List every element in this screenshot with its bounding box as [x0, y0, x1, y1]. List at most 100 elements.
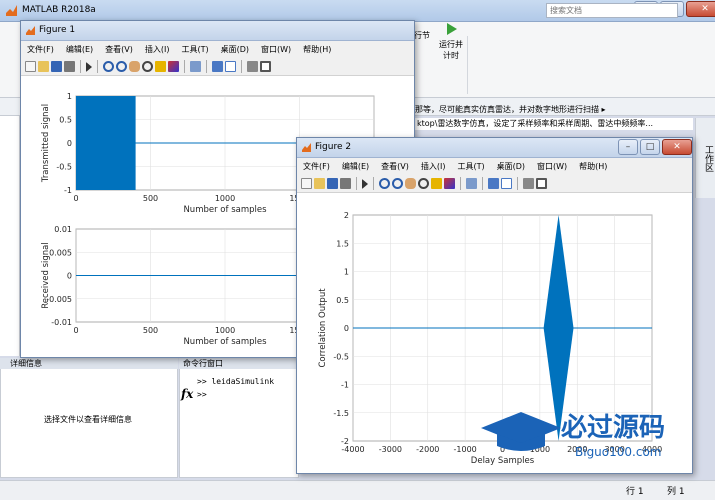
- fig2-y-tick-label: -1: [341, 381, 349, 390]
- figure2-titlebar[interactable]: Figure 2 – □ ✕: [297, 138, 692, 158]
- zoom-in-icon[interactable]: [103, 61, 114, 72]
- command-window[interactable]: [179, 358, 299, 478]
- fig1-subplot2-x-tick-label: 500: [143, 326, 158, 335]
- menu-help[interactable]: 帮助(H): [579, 161, 607, 172]
- colorbar-icon[interactable]: [488, 178, 499, 189]
- dock-figure-icon[interactable]: [536, 178, 547, 189]
- figure2-menubar: 文件(F) 编辑(E) 查看(V) 插入(I) 工具(T) 桌面(D) 窗口(W…: [297, 158, 692, 175]
- menu-view[interactable]: 查看(V): [105, 44, 133, 55]
- toolbar-separator: [184, 60, 185, 73]
- fig2-y-tick-label: 0: [344, 324, 349, 333]
- fig1-subplot1-y-label: Transmitted signal: [41, 104, 51, 183]
- fig2-x-tick-label: -4000: [341, 445, 364, 454]
- menu-desktop[interactable]: 桌面(D): [221, 44, 249, 55]
- search-docs-input[interactable]: [546, 3, 678, 18]
- command-prompt[interactable]: >>: [197, 390, 207, 399]
- status-bar: [0, 480, 715, 500]
- fig1-subplot2-y-label: Received signal: [41, 242, 51, 309]
- brush-icon[interactable]: [168, 61, 179, 72]
- pan-icon[interactable]: [129, 61, 140, 72]
- hide-tools-icon[interactable]: [247, 61, 258, 72]
- fig1-subplot2-y-tick-label: 0.01: [54, 225, 72, 234]
- menu-tools[interactable]: 工具(T): [457, 161, 484, 172]
- link-plot-icon[interactable]: [190, 61, 201, 72]
- fig1-subplot1-y-tick-label: 0: [67, 139, 72, 148]
- open-icon[interactable]: [314, 178, 325, 189]
- fig2-y-label: Correlation Output: [318, 288, 328, 368]
- menu-edit[interactable]: 编辑(E): [342, 161, 369, 172]
- pan-icon[interactable]: [405, 178, 416, 189]
- menu-window[interactable]: 窗口(W): [261, 44, 291, 55]
- fig1-subplot2-x-tick-label: 1000: [215, 326, 235, 335]
- data-cursor-icon[interactable]: [155, 61, 166, 72]
- figure1-toolbar: [21, 58, 414, 76]
- open-icon[interactable]: [38, 61, 49, 72]
- dock-figure-icon[interactable]: [260, 61, 271, 72]
- menu-view[interactable]: 查看(V): [381, 161, 409, 172]
- new-figure-icon[interactable]: [25, 61, 36, 72]
- details-message: 选择文件以查看详细信息: [44, 415, 132, 424]
- toolbar-separator: [97, 60, 98, 73]
- fig1-subplot2-x-tick-label: 0: [73, 326, 78, 335]
- menu-tools[interactable]: 工具(T): [181, 44, 208, 55]
- figure2-minimize-button[interactable]: –: [618, 139, 638, 155]
- workspace-tab[interactable]: 工作区: [695, 118, 715, 198]
- menu-insert[interactable]: 插入(I): [421, 161, 446, 172]
- zoom-out-icon[interactable]: [116, 61, 127, 72]
- figure2-title: Figure 2: [315, 142, 352, 152]
- function-browser-icon[interactable]: fx: [181, 387, 193, 401]
- save-icon[interactable]: [51, 61, 62, 72]
- rotate-icon[interactable]: [418, 178, 429, 189]
- menu-edit[interactable]: 编辑(E): [66, 44, 93, 55]
- zoom-in-icon[interactable]: [379, 178, 390, 189]
- menu-insert[interactable]: 插入(I): [145, 44, 170, 55]
- watermark-logo: 必过源码 Biguo100.com: [477, 402, 677, 464]
- current-folder-panel[interactable]: [0, 116, 20, 356]
- run-section-button[interactable]: 行节: [414, 30, 430, 41]
- colorbar-icon[interactable]: [212, 61, 223, 72]
- zoom-out-icon[interactable]: [392, 178, 403, 189]
- toolbar-separator: [80, 60, 81, 73]
- print-icon[interactable]: [64, 61, 75, 72]
- pointer-icon[interactable]: [86, 61, 92, 72]
- fig2-y-tick-label: -2: [341, 437, 349, 446]
- menu-file[interactable]: 文件(F): [27, 44, 54, 55]
- figure1-titlebar[interactable]: Figure 1: [21, 21, 414, 41]
- fig1-subplot2-y-tick-label: 0: [67, 272, 72, 281]
- run-and-time-button[interactable]: 运行并 计时: [437, 22, 465, 61]
- menu-file[interactable]: 文件(F): [303, 161, 330, 172]
- close-button[interactable]: ✕: [686, 1, 715, 17]
- toolbar-separator: [460, 177, 461, 190]
- run-icon: [447, 23, 457, 35]
- new-figure-icon[interactable]: [301, 178, 312, 189]
- figure2-toolbar: [297, 175, 692, 193]
- data-cursor-icon[interactable]: [431, 178, 442, 189]
- link-plot-icon[interactable]: [466, 178, 477, 189]
- fig2-y-tick-label: -1.5: [333, 409, 349, 418]
- fig1-subplot1-y-tick-label: 0.5: [59, 116, 72, 125]
- menu-window[interactable]: 窗口(W): [537, 161, 567, 172]
- editor-header-text: 那等，尽可能真实仿真雷达，并对数字地形进行扫描 ▸: [415, 105, 606, 114]
- menu-desktop[interactable]: 桌面(D): [497, 161, 525, 172]
- save-icon[interactable]: [327, 178, 338, 189]
- toolbar-separator: [356, 177, 357, 190]
- current-path[interactable]: ktop\雷达数字仿真，设定了采样频率和采样周期、雷达中频频率...: [415, 118, 693, 130]
- figure2-maximize-button[interactable]: □: [640, 139, 660, 155]
- legend-icon[interactable]: [501, 178, 512, 189]
- matlab-logo-icon: [6, 5, 17, 16]
- run-and-time-label: 运行并 计时: [439, 40, 463, 60]
- pointer-icon[interactable]: [362, 178, 368, 189]
- brush-icon[interactable]: [444, 178, 455, 189]
- figure2-close-button[interactable]: ✕: [662, 139, 692, 155]
- svg-text:必过源码: 必过源码: [561, 413, 665, 443]
- rotate-icon[interactable]: [142, 61, 153, 72]
- toolbar-separator: [517, 177, 518, 190]
- figure2-window-controls: – □ ✕: [618, 139, 692, 155]
- status-row: 行 1: [626, 484, 644, 497]
- print-icon[interactable]: [340, 178, 351, 189]
- app-title: MATLAB R2018a: [22, 5, 96, 15]
- legend-icon[interactable]: [225, 61, 236, 72]
- fig2-y-tick-label: 1.5: [336, 239, 349, 248]
- hide-tools-icon[interactable]: [523, 178, 534, 189]
- menu-help[interactable]: 帮助(H): [303, 44, 331, 55]
